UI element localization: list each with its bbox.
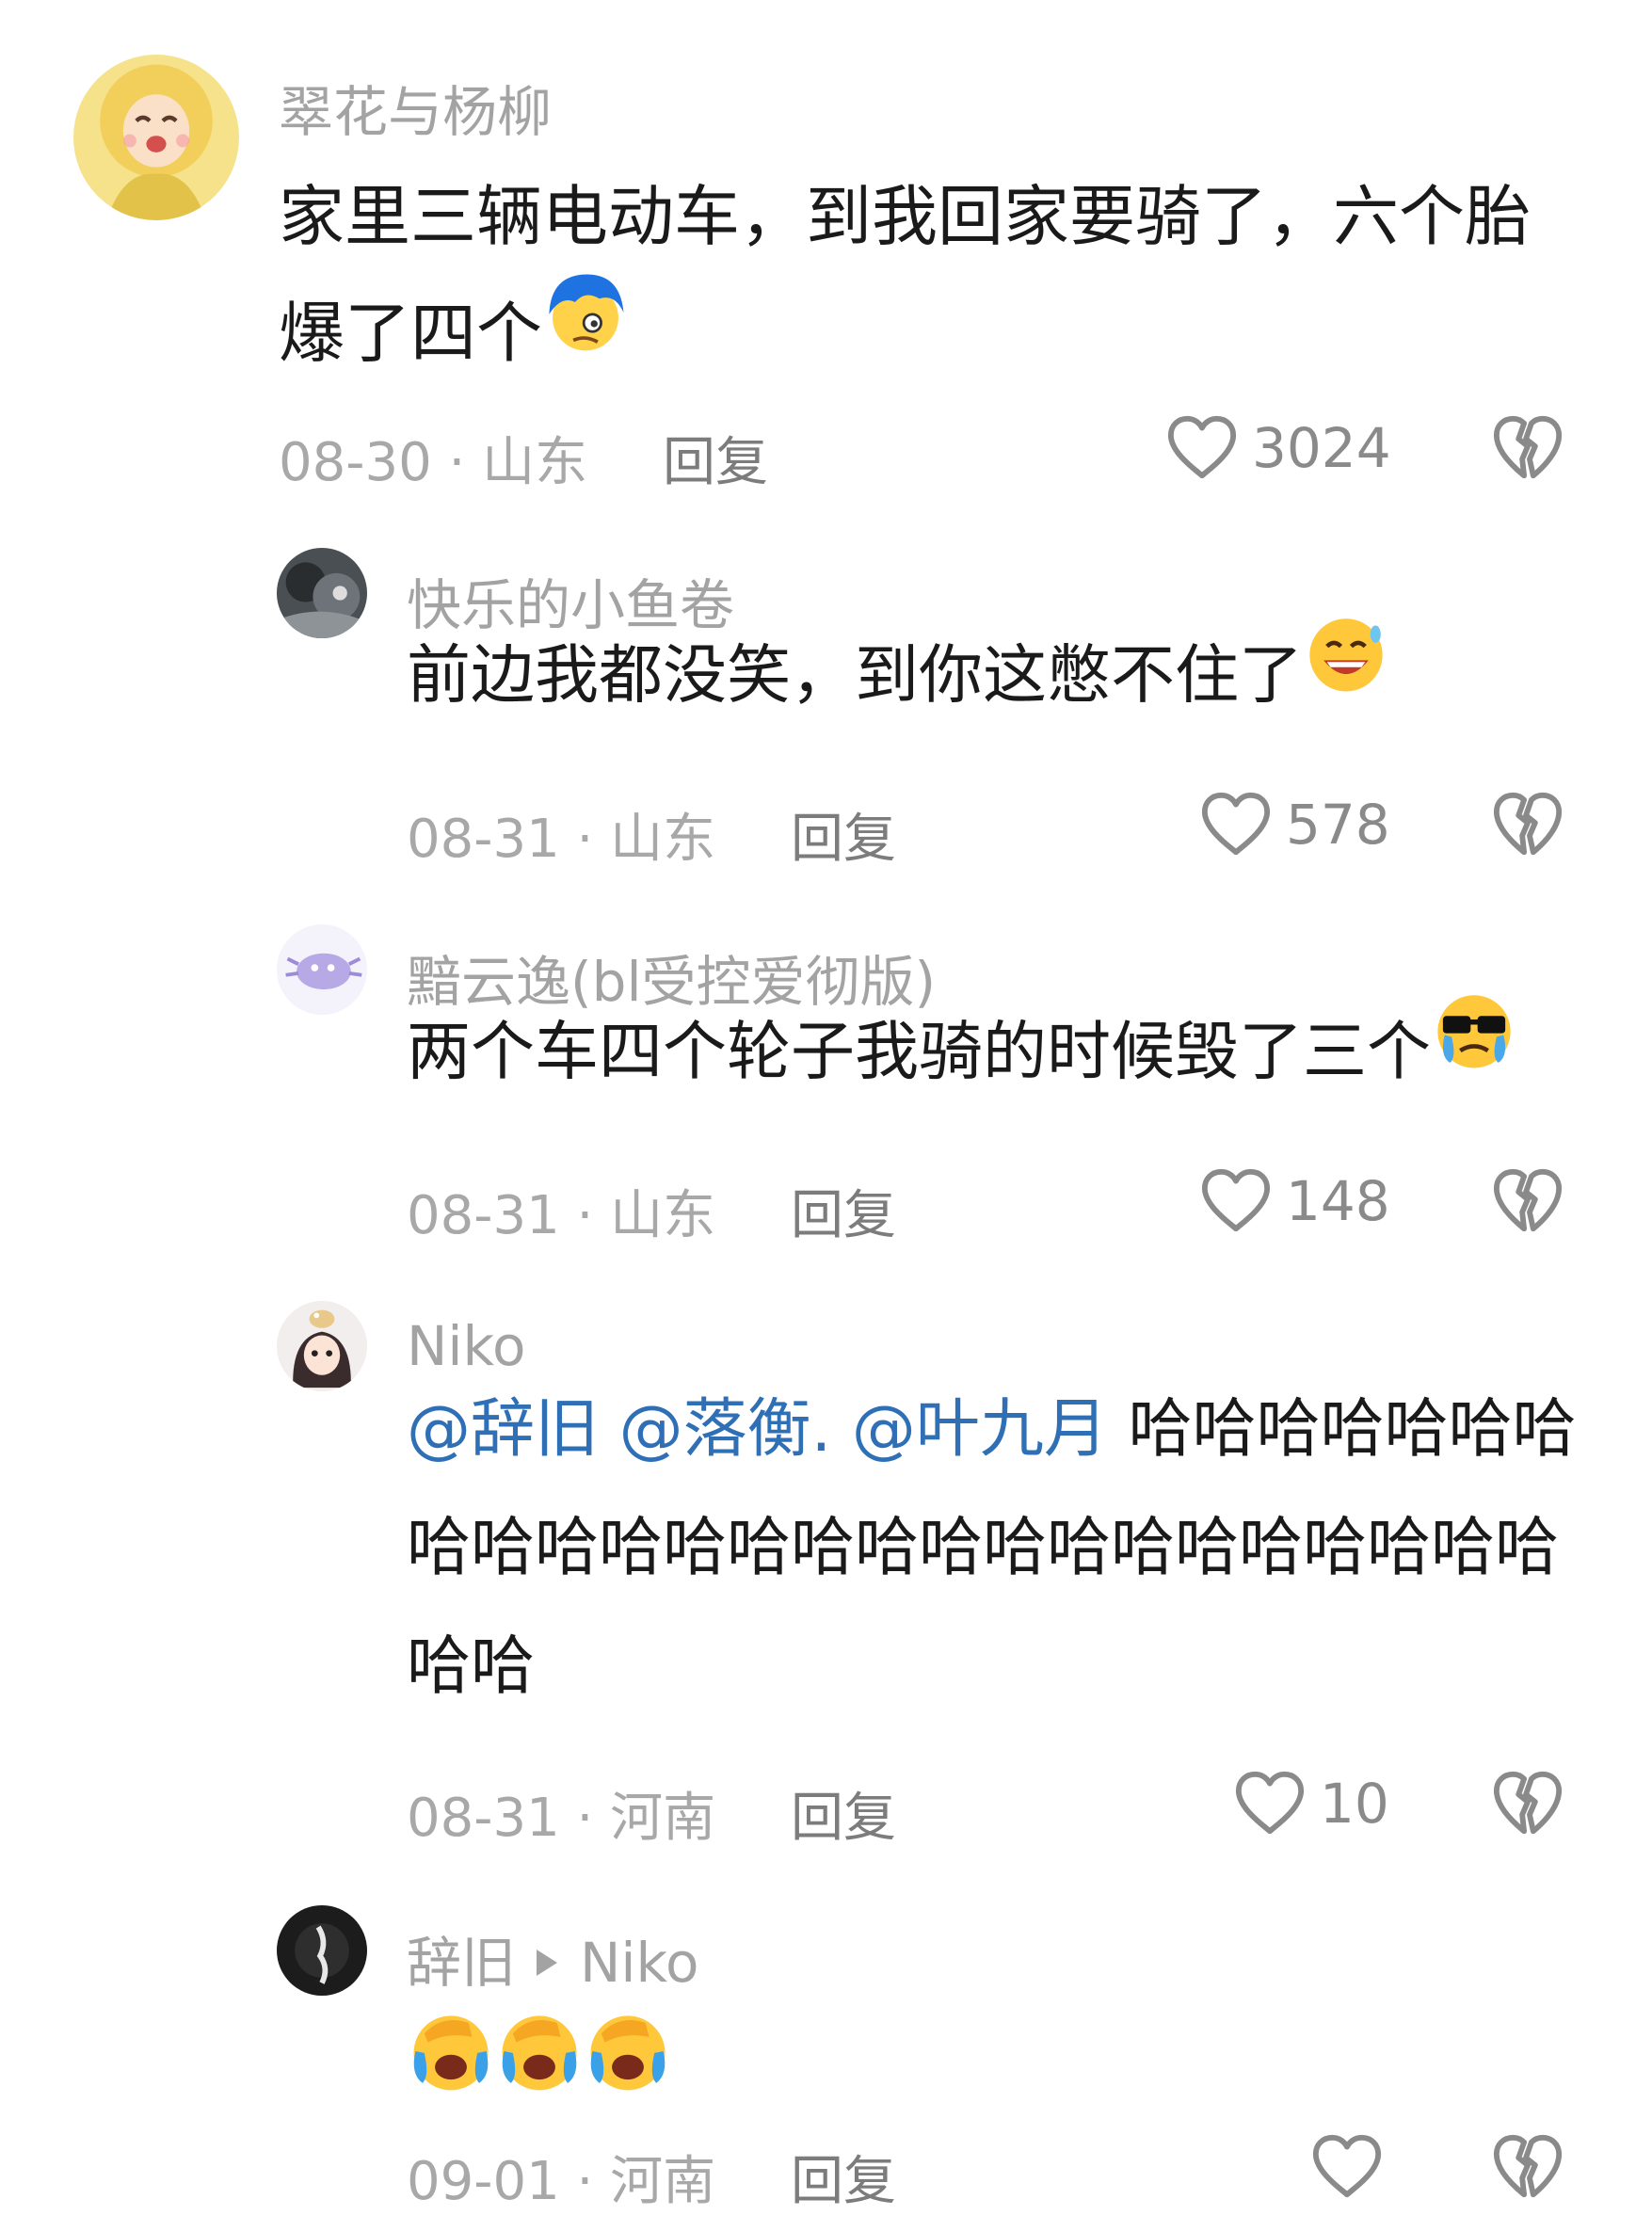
comment-text: [407, 2007, 672, 2149]
date-location: 08-30 · 山东: [279, 432, 588, 493]
comment-text-line: 爆了四个: [279, 274, 1596, 399]
broken-heart-icon: [1491, 414, 1564, 482]
dislike-button[interactable]: [1491, 791, 1564, 862]
comment-text: 两个车四个轮子我骑的时候毁了三个: [407, 994, 1630, 1118]
cry-hair-emoji: [542, 269, 629, 392]
comment-text-line: 哈哈: [407, 1629, 536, 1704]
reply-button[interactable]: 回复: [791, 2139, 896, 2215]
username[interactable]: 翠花与杨柳: [279, 68, 552, 147]
like-button[interactable]: [1310, 2133, 1384, 2201]
broken-heart-icon: [1491, 791, 1564, 859]
comment-item: 黯云逸(bl受控爱彻版) 两个车四个轮子我骑的时候毁了三个 08-31 · 山东…: [0, 904, 1652, 1261]
sunglasses-cry-emoji: [1431, 987, 1517, 1111]
mention-link[interactable]: @叶九月: [852, 1392, 1108, 1467]
comment-text-line: 家里三辆电动车，到我回家要骑了，六个胎: [279, 178, 1531, 255]
comment-item: 辞旧 Niko 09-01 · 河南 回复: [0, 1892, 1652, 2212]
comment-item: Niko @辞旧 @落衡. @叶九月 哈哈哈哈哈哈哈 哈哈哈哈哈哈哈哈哈哈哈哈哈…: [0, 1280, 1652, 1864]
broken-heart-icon: [1491, 1770, 1564, 1838]
like-count: 10: [1320, 1772, 1389, 1836]
heart-icon: [1199, 1167, 1273, 1235]
heart-icon: [1199, 791, 1273, 859]
avatar[interactable]: [73, 55, 239, 220]
grin-sweat-emoji: [1303, 610, 1389, 734]
comment-text-line: 前边我都没笑，到你这憋不住了: [407, 638, 1304, 714]
mention-link[interactable]: @辞旧: [407, 1392, 599, 1467]
comment-item: 翠花与杨柳 家里三辆电动车，到我回家要骑了，六个胎 爆了四个 08-30 · 山…: [0, 0, 1652, 493]
face-palm-cry-emoji: [495, 2007, 584, 2149]
avatar[interactable]: [277, 1905, 367, 1996]
like-count: 3024: [1252, 416, 1391, 480]
avatar[interactable]: [277, 548, 367, 638]
face-palm-cry-emoji: [407, 2007, 495, 2149]
broken-heart-icon: [1491, 1167, 1564, 1235]
broken-heart-icon: [1491, 2133, 1564, 2201]
reply-button[interactable]: 回复: [791, 1775, 896, 1852]
username[interactable]: 辞旧: [407, 1931, 516, 1995]
username-line: 辞旧 Niko: [407, 1918, 699, 1998]
mention-link[interactable]: @落衡.: [619, 1392, 832, 1467]
comment-text-line-2: 爆了四个: [279, 295, 542, 372]
like-count: 148: [1286, 1169, 1390, 1233]
date-location: 08-31 · 山东: [407, 809, 716, 870]
comment-text: 前边我都没笑，到你这憋不住了: [407, 618, 1630, 742]
avatar[interactable]: [277, 1301, 367, 1391]
comment-text: @辞旧 @落衡. @叶九月 哈哈哈哈哈哈哈 哈哈哈哈哈哈哈哈哈哈哈哈哈哈哈哈哈哈…: [407, 1371, 1630, 1726]
like-button[interactable]: 3024: [1165, 414, 1391, 482]
reply-button[interactable]: 回复: [663, 420, 768, 496]
heart-icon: [1165, 414, 1239, 482]
comment-text-line: @辞旧 @落衡. @叶九月 哈哈哈哈哈哈哈: [407, 1371, 1630, 1489]
heart-icon: [1310, 2133, 1384, 2201]
heart-icon: [1233, 1770, 1307, 1838]
reply-button[interactable]: 回复: [791, 1173, 896, 1249]
reply-to-username[interactable]: Niko: [580, 1931, 699, 1995]
username[interactable]: Niko: [407, 1314, 526, 1378]
reply-arrow-icon: [537, 1949, 558, 1976]
dislike-button[interactable]: [1491, 414, 1564, 486]
like-button[interactable]: 10: [1233, 1770, 1389, 1838]
dislike-button[interactable]: [1491, 2133, 1564, 2205]
comment-text-line: 两个车四个轮子我骑的时候毁了三个: [407, 1015, 1432, 1090]
like-button[interactable]: 148: [1199, 1167, 1390, 1235]
dislike-button[interactable]: [1491, 1167, 1564, 1239]
date-location: 09-01 · 河南: [407, 2151, 716, 2212]
avatar[interactable]: [277, 924, 367, 1015]
like-button[interactable]: 578: [1199, 791, 1390, 859]
date-location: 08-31 · 河南: [407, 1788, 716, 1849]
comment-text: 家里三辆电动车，到我回家要骑了，六个胎 爆了四个: [279, 158, 1596, 399]
date-location: 08-31 · 山东: [407, 1185, 716, 1246]
comment-text-line: 哈哈哈哈哈哈哈哈哈哈哈哈哈哈哈哈哈哈: [407, 1511, 1560, 1585]
face-palm-cry-emoji: [584, 2007, 672, 2149]
like-count: 578: [1286, 793, 1390, 857]
reply-button[interactable]: 回复: [791, 796, 896, 873]
comment-item: 快乐的小鱼卷 前边我都没笑，到你这憋不住了 08-31 · 山东 回复 578: [0, 527, 1652, 885]
comment-text-tail: 哈哈哈哈哈哈哈: [1128, 1392, 1577, 1467]
dislike-button[interactable]: [1491, 1770, 1564, 1841]
